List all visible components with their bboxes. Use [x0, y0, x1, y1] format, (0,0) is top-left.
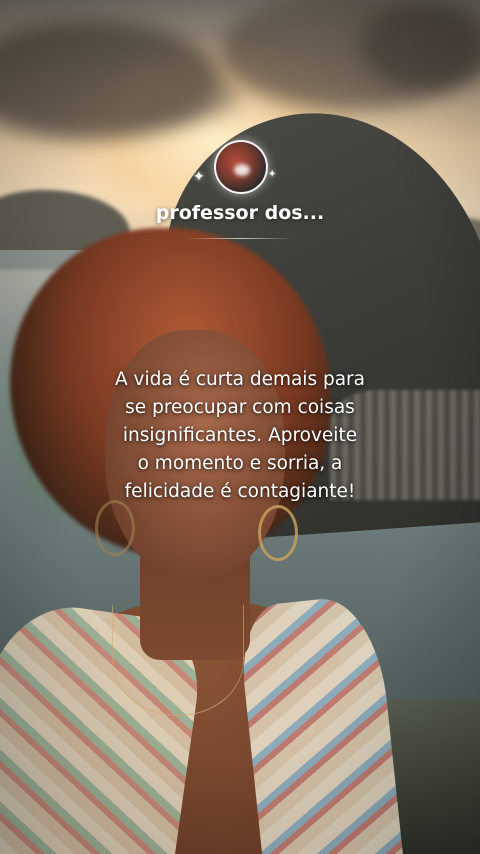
- quote-line: felicidade é contagiante!: [124, 481, 356, 502]
- hoop-earring: [258, 505, 298, 561]
- sparkle-icon: ✦: [268, 169, 277, 180]
- channel-name[interactable]: professor dos...: [0, 202, 480, 224]
- quote-line: insignificantes. Aproveite: [122, 425, 358, 446]
- quote-line: se preocupar com coisas: [125, 397, 355, 418]
- cloud: [120, 70, 240, 120]
- hoop-earring: [95, 500, 135, 556]
- sparkle-icon: ✦: [193, 169, 205, 185]
- quote-line: A vida é curta demais para: [115, 369, 365, 390]
- name-divider: [186, 238, 294, 239]
- necklace: [112, 605, 244, 716]
- channel-avatar[interactable]: [214, 140, 268, 194]
- quote-text: A vida é curta demais para se preocupar …: [60, 366, 420, 506]
- story-screen: ✦ ✦ professor dos... A vida é curta dema…: [0, 0, 480, 854]
- quote-line: o momento e sorria, a: [137, 453, 343, 474]
